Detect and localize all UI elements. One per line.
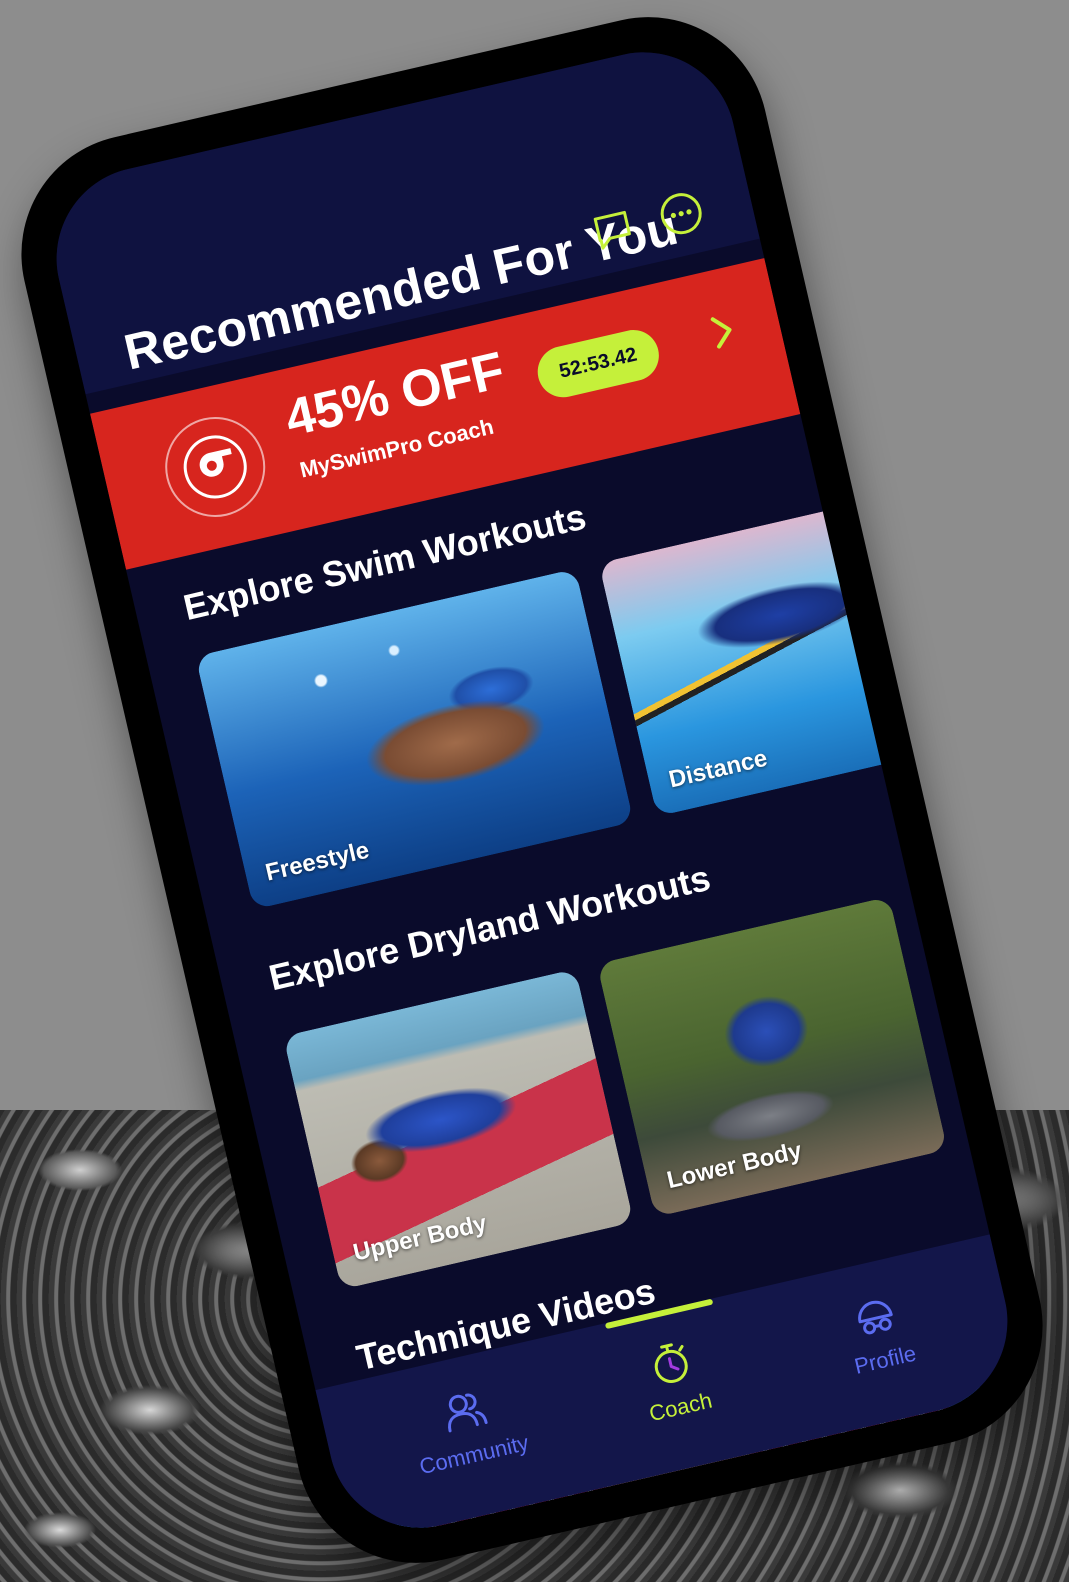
card-label: Lower Body [664, 1137, 805, 1195]
more-icon[interactable] [654, 186, 709, 241]
scene-background: Recommended For You 45% OFF MySwimPro Co… [0, 0, 1069, 1582]
tab-community-label: Community [417, 1429, 532, 1480]
workout-card-upper-body[interactable]: Upper Body [283, 968, 634, 1290]
countdown-badge: 52:53.42 [532, 324, 664, 403]
tab-coach-label: Coach [646, 1387, 715, 1427]
workout-card-freestyle[interactable]: Freestyle [195, 568, 634, 910]
tab-profile-label: Profile [851, 1340, 919, 1379]
tab-profile[interactable]: Profile [772, 1270, 985, 1395]
chevron-right-icon[interactable] [704, 308, 742, 354]
tab-coach[interactable]: Coach [568, 1318, 781, 1443]
workout-card-lower-body[interactable]: Lower Body [596, 896, 948, 1218]
tab-community[interactable]: Community [361, 1365, 574, 1490]
stopwatch-icon [654, 1343, 688, 1383]
swim-cap-icon [858, 1300, 893, 1335]
card-label: Freestyle [262, 836, 372, 887]
workout-card-distance[interactable]: Distance [598, 495, 950, 817]
whistle-logo [155, 407, 276, 527]
whistle-icon [183, 435, 247, 499]
card-label: Distance [666, 744, 770, 794]
people-icon [448, 1393, 488, 1433]
card-label: Upper Body [350, 1209, 490, 1267]
